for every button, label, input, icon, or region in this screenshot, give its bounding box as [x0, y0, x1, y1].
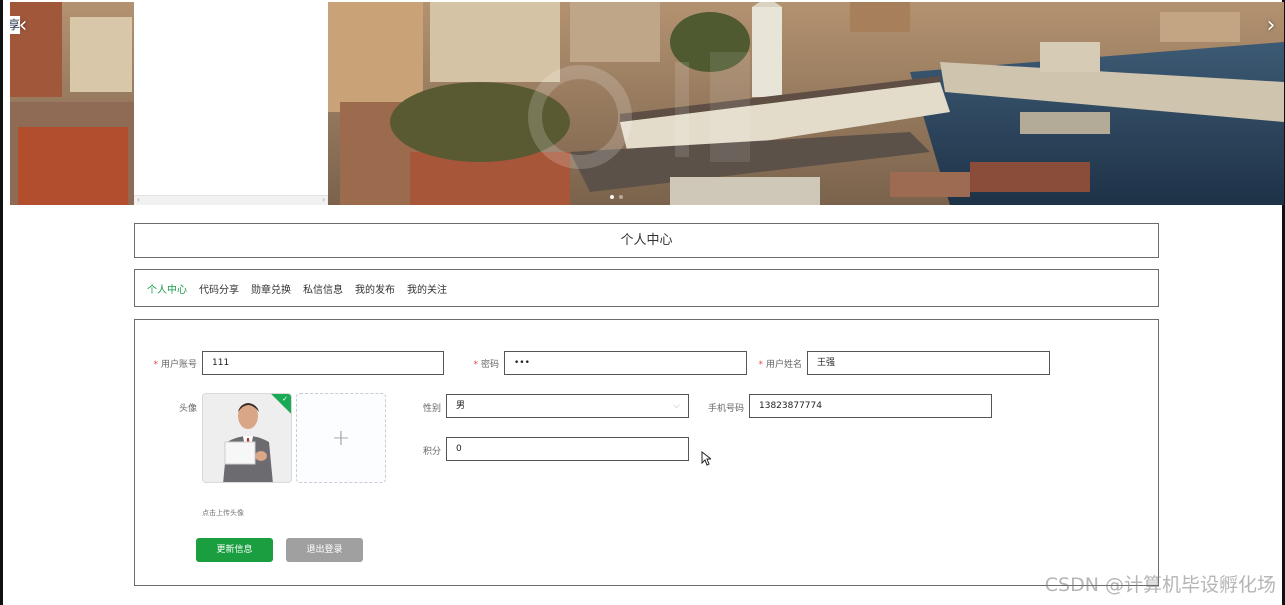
check-icon: ✓	[282, 395, 288, 403]
avatar-label: 头像	[178, 404, 197, 414]
username-label: * 用户账号	[145, 357, 197, 370]
logout-button[interactable]: 退出登录	[286, 538, 363, 562]
password-input[interactable]: •••	[504, 351, 747, 375]
password-label-text: 密码	[480, 360, 499, 370]
realname-label: * 用户姓名	[753, 357, 802, 370]
avatar	[203, 394, 291, 482]
chevron-right-icon[interactable]: ›	[1262, 14, 1280, 38]
tab-code-share[interactable]: 代码分享	[199, 281, 239, 296]
avatar-preview[interactable]: ✓	[202, 393, 292, 483]
profile-form: * 用户账号 111 * 密码 ••• * 用户姓名 王强 头像 ✓ + 点击上…	[134, 319, 1159, 586]
realname-input[interactable]: 王强	[807, 351, 1050, 375]
chevron-down-icon: ⌵	[673, 401, 680, 411]
image-placeholder-panel: ‹ ›	[134, 2, 328, 205]
plus-icon: +	[331, 425, 351, 451]
required-mark: *	[758, 360, 763, 370]
tab-medal-exchange[interactable]: 勋章兑换	[251, 281, 291, 296]
points-label: 积分	[422, 447, 441, 457]
page-title-box: 个人中心	[134, 223, 1159, 258]
chevron-left-icon[interactable]: ‹	[14, 14, 32, 38]
realname-label-text: 用户姓名	[765, 360, 802, 370]
banner-carousel[interactable]: ‹ › 享 ‹ ›	[10, 2, 1284, 205]
page-title: 个人中心	[620, 233, 673, 248]
points-input[interactable]: 0	[446, 437, 689, 461]
gender-label: 性别	[422, 404, 441, 414]
scroll-left-icon[interactable]: ‹	[137, 196, 140, 205]
password-label: * 密码	[465, 357, 499, 370]
username-label-text: 用户账号	[160, 360, 197, 370]
avatar-upload-hint: 点击上传头像	[202, 509, 244, 517]
phone-input[interactable]: 13823877774	[749, 394, 992, 418]
page: ‹ › 享 ‹ › 个人中心 个人中心 代码分享 勋章兑换 私信信息 我的发布 …	[0, 0, 1285, 605]
gender-select[interactable]: 男 ⌵	[446, 394, 689, 418]
watermark: CSDN @计算机毕设孵化场	[1044, 574, 1276, 596]
required-mark: *	[473, 360, 478, 370]
username-input[interactable]: 111	[202, 351, 444, 375]
tab-my-follows[interactable]: 我的关注	[407, 281, 447, 296]
avatar-upload-button[interactable]: +	[296, 393, 386, 483]
carousel-dot[interactable]	[619, 195, 623, 199]
tab-personal-center[interactable]: 个人中心	[147, 281, 187, 296]
required-mark: *	[153, 360, 158, 370]
tab-private-messages[interactable]: 私信信息	[303, 281, 343, 296]
gender-select-value: 男	[456, 401, 466, 411]
phone-label: 手机号码	[707, 404, 744, 414]
scroll-right-icon[interactable]: ›	[322, 196, 325, 205]
mouse-cursor-icon	[701, 451, 711, 466]
horizontal-scrollbar[interactable]: ‹ ›	[134, 195, 328, 205]
carousel-indicators[interactable]	[610, 195, 623, 199]
tab-bar: 个人中心 代码分享 勋章兑换 私信信息 我的发布 我的关注	[134, 269, 1159, 307]
carousel-dot[interactable]	[610, 195, 614, 199]
update-info-button[interactable]: 更新信息	[196, 538, 273, 562]
tab-my-posts[interactable]: 我的发布	[355, 281, 395, 296]
